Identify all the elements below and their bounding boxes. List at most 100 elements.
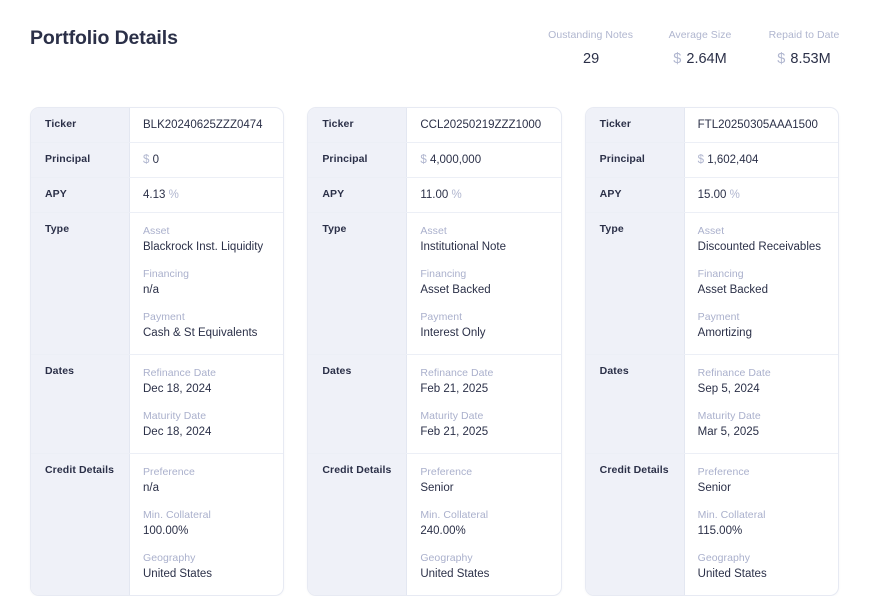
portfolio-card[interactable]: Ticker BLK20240625ZZZ0474 Principal $ 0 … (30, 107, 284, 596)
sub-label: Preference (420, 465, 550, 479)
financing-value: Asset Backed (420, 282, 550, 298)
sub-label: Financing (698, 267, 828, 281)
dates-value: Refinance Date Sep 5, 2024 Maturity Date… (685, 355, 838, 453)
asset-value: Institutional Note (420, 239, 550, 255)
principal-value: $ 1,602,404 (685, 143, 838, 177)
sub-label: Preference (698, 465, 828, 479)
subgroup-financing: Financing n/a (143, 267, 273, 298)
row-apy: APY 11.00 % (308, 178, 560, 213)
portfolio-card[interactable]: Ticker CCL20250219ZZZ1000 Principal $ 4,… (307, 107, 561, 596)
portfolio-card-list: Ticker BLK20240625ZZZ0474 Principal $ 0 … (0, 107, 869, 596)
min-collateral-value: 100.00% (143, 523, 273, 539)
type-value: Asset Blackrock Inst. Liquidity Financin… (130, 213, 283, 354)
subgroup-refinance-date: Refinance Date Sep 5, 2024 (698, 366, 828, 397)
stat-value: $ 8.53M (777, 49, 830, 69)
principal-number: 4,000,000 (430, 154, 481, 166)
min-collateral-value: 240.00% (420, 523, 550, 539)
subgroup-payment: Payment Cash & St Equivalents (143, 310, 273, 341)
subgroup-preference: Preference n/a (143, 465, 273, 496)
sub-label: Preference (143, 465, 273, 479)
row-credit-details: Credit Details Preference Senior Min. Co… (308, 454, 560, 595)
subgroup-maturity-date: Maturity Date Mar 5, 2025 (698, 409, 828, 440)
stat-label: Oustanding Notes (548, 28, 633, 42)
ticker-value: CCL20250219ZZZ1000 (407, 108, 560, 142)
sub-label: Payment (420, 310, 550, 324)
row-ticker: Ticker CCL20250219ZZZ1000 (308, 108, 560, 143)
row-credit-details: Credit Details Preference n/a Min. Colla… (31, 454, 283, 595)
subgroup-geography: Geography United States (698, 551, 828, 582)
stat-value: 29 (582, 49, 599, 69)
financing-value: n/a (143, 282, 273, 298)
stat-number: 2.64M (686, 51, 726, 67)
row-principal: Principal $ 1,602,404 (586, 143, 838, 178)
row-apy: APY 15.00 % (586, 178, 838, 213)
principal-number: 0 (153, 154, 159, 166)
credit-details-value: Preference Senior Min. Collateral 240.00… (407, 454, 560, 595)
row-type: Type Asset Discounted Receivables Financ… (586, 213, 838, 355)
percent-symbol: % (730, 189, 740, 201)
apy-number: 4.13 (143, 189, 165, 201)
sub-label: Refinance Date (698, 366, 828, 380)
subgroup-min-collateral: Min. Collateral 115.00% (698, 508, 828, 539)
currency-symbol: $ (777, 51, 785, 67)
sub-label: Financing (420, 267, 550, 281)
subgroup-asset: Asset Institutional Note (420, 224, 550, 255)
apy-number: 11.00 (420, 189, 448, 201)
sub-label: Financing (143, 267, 273, 281)
asset-value: Blackrock Inst. Liquidity (143, 239, 273, 255)
apy-value: 4.13 % (130, 178, 283, 212)
row-ticker: Ticker BLK20240625ZZZ0474 (31, 108, 283, 143)
geography-value: United States (420, 566, 550, 582)
min-collateral-value: 115.00% (698, 523, 828, 539)
stat-oustanding-notes: Oustanding Notes 29 (548, 28, 633, 69)
row-label: Type (308, 213, 407, 354)
row-label: Principal (308, 143, 407, 177)
stat-average-size: Average Size $ 2.64M (663, 28, 737, 69)
maturity-date-value: Dec 18, 2024 (143, 424, 273, 440)
subgroup-min-collateral: Min. Collateral 100.00% (143, 508, 273, 539)
payment-value: Amortizing (698, 325, 828, 341)
row-principal: Principal $ 0 (31, 143, 283, 178)
sub-label: Min. Collateral (698, 508, 828, 522)
payment-value: Interest Only (420, 325, 550, 341)
subgroup-financing: Financing Asset Backed (420, 267, 550, 298)
currency-symbol: $ (698, 154, 704, 166)
refinance-date-value: Feb 21, 2025 (420, 381, 550, 397)
row-dates: Dates Refinance Date Sep 5, 2024 Maturit… (586, 355, 838, 454)
sub-label: Geography (698, 551, 828, 565)
currency-symbol: $ (143, 154, 149, 166)
row-ticker: Ticker FTL20250305AAA1500 (586, 108, 838, 143)
payment-value: Cash & St Equivalents (143, 325, 273, 341)
credit-details-value: Preference n/a Min. Collateral 100.00% G… (130, 454, 283, 595)
sub-label: Asset (698, 224, 828, 238)
stat-number: 29 (583, 51, 599, 67)
dates-value: Refinance Date Dec 18, 2024 Maturity Dat… (130, 355, 283, 453)
apy-number: 15.00 (698, 189, 727, 201)
row-label: Type (31, 213, 130, 354)
portfolio-card[interactable]: Ticker FTL20250305AAA1500 Principal $ 1,… (585, 107, 839, 596)
type-value: Asset Discounted Receivables Financing A… (685, 213, 838, 354)
ticker-value: BLK20240625ZZZ0474 (130, 108, 283, 142)
subgroup-asset: Asset Discounted Receivables (698, 224, 828, 255)
maturity-date-value: Feb 21, 2025 (420, 424, 550, 440)
principal-number: 1,602,404 (707, 154, 758, 166)
row-label: Principal (31, 143, 130, 177)
row-label: Dates (308, 355, 407, 453)
stat-value: $ 2.64M (673, 49, 726, 69)
sub-label: Asset (420, 224, 550, 238)
row-label: Principal (586, 143, 685, 177)
row-label: Dates (586, 355, 685, 453)
subgroup-payment: Payment Amortizing (698, 310, 828, 341)
percent-symbol: % (451, 189, 461, 201)
row-credit-details: Credit Details Preference Senior Min. Co… (586, 454, 838, 595)
subgroup-geography: Geography United States (143, 551, 273, 582)
row-label: Ticker (308, 108, 407, 142)
type-value: Asset Institutional Note Financing Asset… (407, 213, 560, 354)
sub-label: Payment (143, 310, 273, 324)
preference-value: Senior (420, 480, 550, 496)
row-label: Credit Details (308, 454, 407, 595)
sub-label: Payment (698, 310, 828, 324)
row-type: Type Asset Institutional Note Financing … (308, 213, 560, 355)
stat-number: 8.53M (790, 51, 830, 67)
stat-label: Repaid to Date (769, 28, 840, 42)
